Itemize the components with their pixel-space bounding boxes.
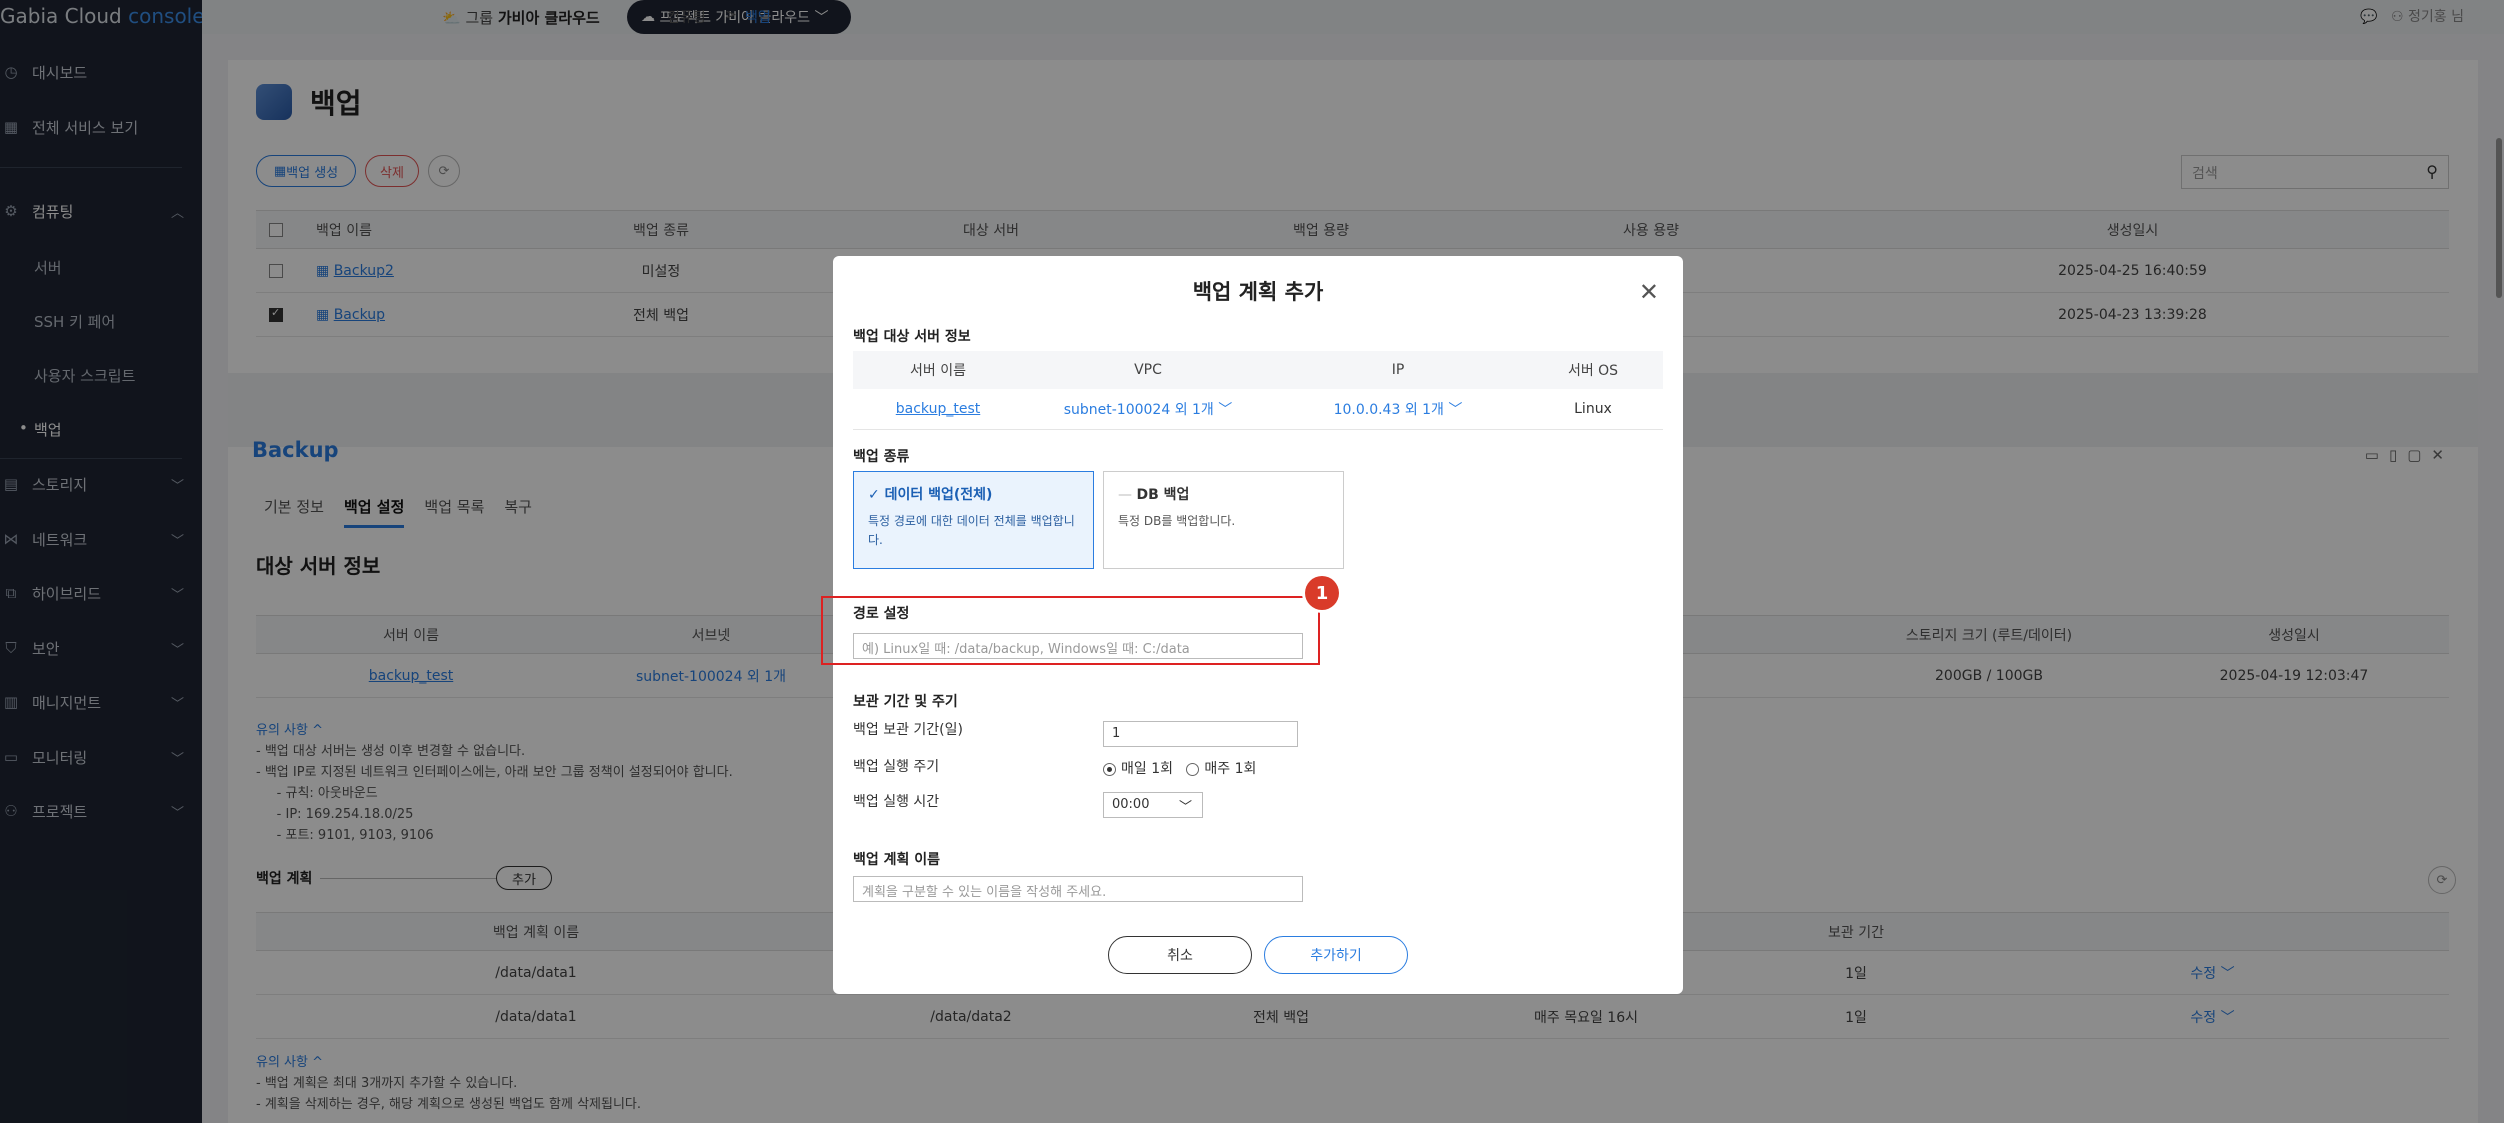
time-select[interactable]: 00:00 ﹀ (1103, 792, 1203, 818)
add-backup-plan-modal: 백업 계획 추가 ✕ 백업 대상 서버 정보 서버 이름 VPC IP 서버 O… (821, 256, 1683, 994)
cancel-button[interactable]: 취소 (1108, 936, 1252, 974)
plan-name-label: 백업 계획 이름 (853, 852, 941, 868)
modal-title: 백업 계획 추가 (1192, 280, 1324, 304)
chevron-down-icon: ﹀ (1178, 800, 1192, 815)
backup-type-label: 백업 종류 (853, 449, 910, 465)
plan-name-input[interactable]: 계획을 구분할 수 있는 이름을 작성해 주세요. (853, 876, 1303, 902)
cycle-daily-radio[interactable]: 매일 1회 (1103, 761, 1173, 777)
close-icon[interactable]: ✕ (1639, 278, 1659, 306)
retention-days-label: 백업 보관 기간(일) (853, 722, 963, 738)
submit-button[interactable]: 추가하기 (1264, 936, 1408, 974)
server-info-label: 백업 대상 서버 정보 (853, 329, 971, 345)
chevron-down-icon: ﹀ (1218, 401, 1233, 418)
retention-label: 보관 기간 및 주기 (853, 694, 958, 710)
server-info-table: 서버 이름 VPC IP 서버 OS backup_test subnet-10… (853, 351, 1663, 430)
vpc-dropdown[interactable]: subnet-100024 외 1개 ﹀ (1023, 389, 1273, 430)
server-name-link[interactable]: backup_test (896, 401, 981, 417)
cycle-label: 백업 실행 주기 (853, 759, 940, 775)
path-input[interactable]: 예) Linux일 때: /data/backup, Windows일 때: C… (853, 633, 1303, 659)
ip-dropdown[interactable]: 10.0.0.43 외 1개 ﹀ (1273, 389, 1523, 430)
time-label: 백업 실행 시간 (853, 794, 940, 810)
step-marker: 1 (1305, 576, 1339, 610)
backup-type-data[interactable]: 데이터 백업(전체) 특정 경로에 대한 데이터 전체를 백업합니다. (853, 471, 1094, 569)
chevron-down-icon: ﹀ (1448, 401, 1463, 418)
cycle-weekly-radio[interactable]: 매주 1회 (1186, 761, 1256, 777)
retention-days-input[interactable]: 1 (1103, 721, 1298, 747)
table-row: backup_test subnet-100024 외 1개 ﹀ 10.0.0.… (853, 389, 1663, 430)
path-label: 경로 설정 (853, 606, 910, 622)
cycle-radio-group: 매일 1회 매주 1회 (1103, 758, 1256, 778)
backup-type-db[interactable]: DB 백업 특정 DB를 백업합니다. (1103, 471, 1344, 569)
